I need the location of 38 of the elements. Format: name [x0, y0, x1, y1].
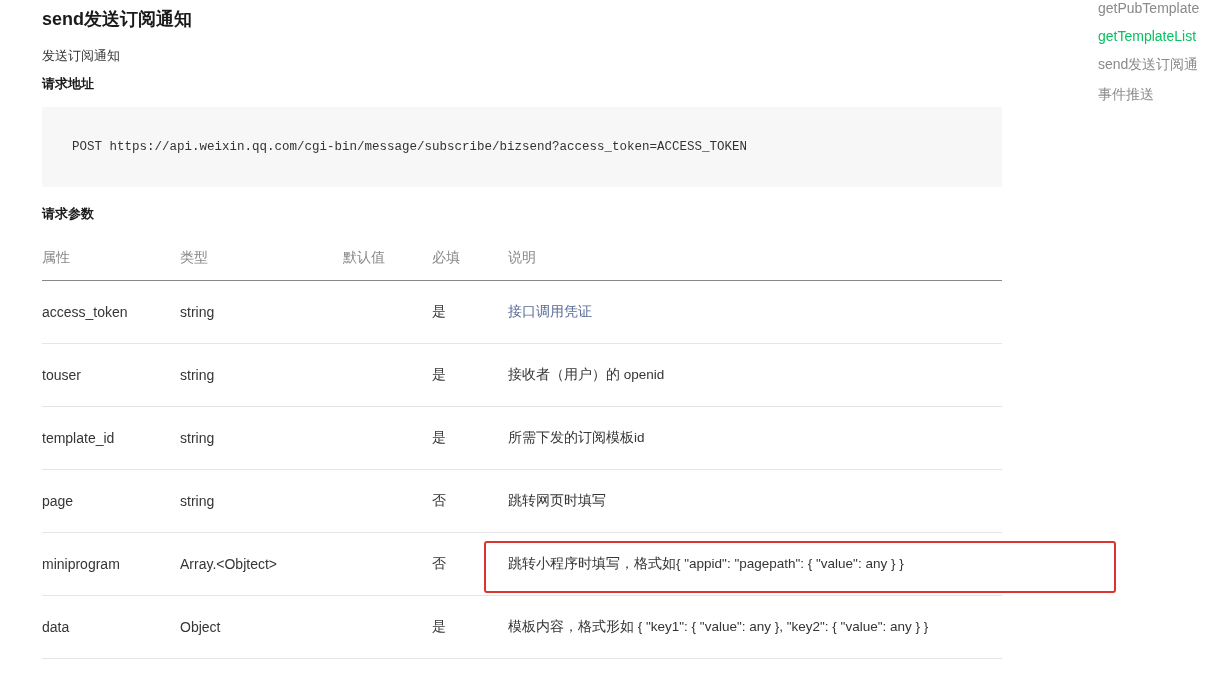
table-cell: 是	[432, 595, 508, 659]
column-header: 说明	[508, 249, 1002, 281]
sidebar-item[interactable]: getPubTemplate	[1098, 0, 1200, 16]
column-header: 默认值	[343, 249, 432, 281]
table-cell: 是	[432, 280, 508, 344]
description-text: 跳转小程序时填写，格式如{ "appid": "pagepath": { "value": any } }	[508, 556, 904, 571]
table-cell: string	[180, 406, 343, 470]
table-cell: miniprogram	[42, 532, 180, 596]
table-cell: data	[42, 595, 180, 659]
table-cell: string	[180, 469, 343, 533]
table-cell: string	[180, 343, 343, 407]
page-subtitle: 发送订阅通知	[42, 47, 121, 65]
description-link[interactable]: 接口调用凭证	[508, 304, 592, 319]
description-text: 所需下发的订阅模板id	[508, 430, 645, 445]
description-text: 接收者（用户）的 openid	[508, 367, 665, 382]
table-cell: touser	[42, 343, 180, 407]
table-cell: template_id	[42, 406, 180, 470]
code-block: POST https://api.weixin.qq.com/cgi-bin/message/subscribe/bizsend?access_token=ACCESS_TOKEN	[42, 107, 1002, 187]
description-text: 模板内容，格式形如 { "key1": { "value": any }, "key2": { "value": any } }	[508, 619, 929, 634]
column-header: 必填	[432, 249, 508, 281]
table-cell: string	[180, 280, 343, 344]
table-cell: 是	[432, 343, 508, 407]
table-cell: 是	[432, 406, 508, 470]
table-cell: Array.<Objtect>	[180, 532, 343, 596]
section-heading: 请求地址	[42, 75, 95, 93]
column-header: 类型	[180, 249, 343, 281]
table-cell: page	[42, 469, 180, 533]
description-text: 跳转网页时填写	[508, 493, 606, 508]
section-heading: 请求参数	[42, 205, 95, 223]
column-header: 属性	[42, 249, 180, 281]
sidebar-item[interactable]: send发送订阅通	[1098, 56, 1200, 74]
table-cell: 否	[432, 469, 508, 533]
sidebar-item[interactable]: 事件推送	[1098, 86, 1200, 104]
sidebar-item[interactable]: getTemplateList	[1098, 28, 1200, 44]
table-cell: Object	[180, 595, 343, 659]
page-title: send发送订阅通知	[42, 8, 193, 31]
table-cell: access_token	[42, 280, 180, 344]
table-cell: 否	[432, 532, 508, 596]
